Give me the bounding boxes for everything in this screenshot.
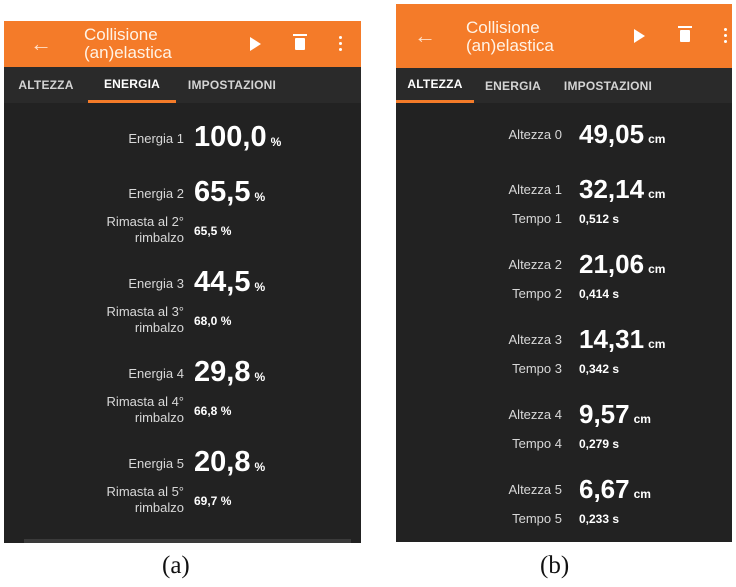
app-title-line-1: Collisione [84,25,158,44]
trash-icon[interactable] [293,34,307,50]
height-value: 21,06 cm [579,249,666,279]
remaining-label: Rimasta al 2° rimbalzo [106,214,184,245]
time-label: Tempo 3 [512,361,562,376]
energy-label: Energia 5 [128,456,184,471]
app-title: Collisione (an)elastica [466,19,554,55]
time-value: 0,233 s [579,512,620,526]
tab-altezza[interactable]: ALTEZZA [396,68,474,103]
time-value: 0,414 s [579,287,620,301]
app-title: Collisione (an)elastica [84,26,172,62]
play-icon[interactable] [250,37,261,51]
remaining-value: 68,0 % [194,314,232,328]
caption-b: (b) [540,552,570,579]
energy-label: Energia 2 [128,186,184,201]
energy-label: Energia 4 [128,366,184,381]
tab-altezza[interactable]: ALTEZZA [4,67,88,103]
back-arrow-icon[interactable]: ← [414,23,436,49]
caption-a: (a) [162,552,190,579]
tab-bar: ALTEZZA ENERGIA IMPOSTAZIONI [4,67,361,103]
trash-icon[interactable] [678,26,692,42]
time-value: 0,512 s [579,212,620,226]
height-label: Altezza 0 [508,127,562,142]
remaining-value: 69,7 % [194,494,232,508]
play-icon[interactable] [634,29,645,43]
app-title-line-2: (an)elastica [466,36,554,55]
app-bar: ← Collisione (an)elastica [4,21,361,67]
height-value: 6,67 cm [579,474,651,504]
remaining-label: Rimasta al 5° rimbalzo [106,484,184,515]
energy-value: 100,0% [194,121,282,153]
screen-energia: ← Collisione (an)elastica ALTEZZA ENERGI… [4,21,361,543]
height-value: 49,05 cm [579,119,666,149]
height-label: Altezza 1 [508,182,562,197]
app-title-line-2: (an)elastica [84,43,172,62]
more-vert-icon[interactable] [339,36,343,52]
back-arrow-icon[interactable]: ← [30,31,52,57]
height-value: 9,57 cm [579,399,651,429]
time-label: Tempo 4 [512,436,562,451]
time-value: 0,342 s [579,362,620,376]
height-label: Altezza 5 [508,482,562,497]
time-label: Tempo 2 [512,286,562,301]
tab-energia[interactable]: ENERGIA [88,67,176,103]
energy-label: Energia 1 [128,131,184,146]
height-value: 14,31 cm [579,324,666,354]
tab-impostazioni[interactable]: IMPOSTAZIONI [176,67,288,103]
time-label: Tempo 5 [512,511,562,526]
time-label: Tempo 1 [512,211,562,226]
remaining-label: Rimasta al 3° rimbalzo [106,304,184,335]
remaining-label: Rimasta al 4° rimbalzo [106,394,184,425]
app-title-line-1: Collisione [466,18,540,37]
tab-energia[interactable]: ENERGIA [474,68,552,103]
energy-value: 20,8% [194,446,266,478]
height-label: Altezza 2 [508,257,562,272]
remaining-value: 65,5 % [194,224,232,238]
height-label: Altezza 4 [508,407,562,422]
height-value: 32,14 cm [579,174,666,204]
energy-value: 44,5% [194,266,266,298]
time-value: 0,279 s [579,437,620,451]
energy-label: Energia 3 [128,276,184,291]
remaining-value: 66,8 % [194,404,232,418]
energy-value: 29,8% [194,356,266,388]
tab-bar: ALTEZZA ENERGIA IMPOSTAZIONI [396,68,732,103]
more-vert-icon[interactable] [724,28,728,44]
tab-impostazioni[interactable]: IMPOSTAZIONI [552,68,664,103]
screen-altezza: ← Collisione (an)elastica ALTEZZA ENERGI… [396,4,732,542]
height-label: Altezza 3 [508,332,562,347]
app-bar: ← Collisione (an)elastica [396,4,732,68]
energy-value: 65,5% [194,176,266,208]
scroll-indicator [24,539,351,543]
